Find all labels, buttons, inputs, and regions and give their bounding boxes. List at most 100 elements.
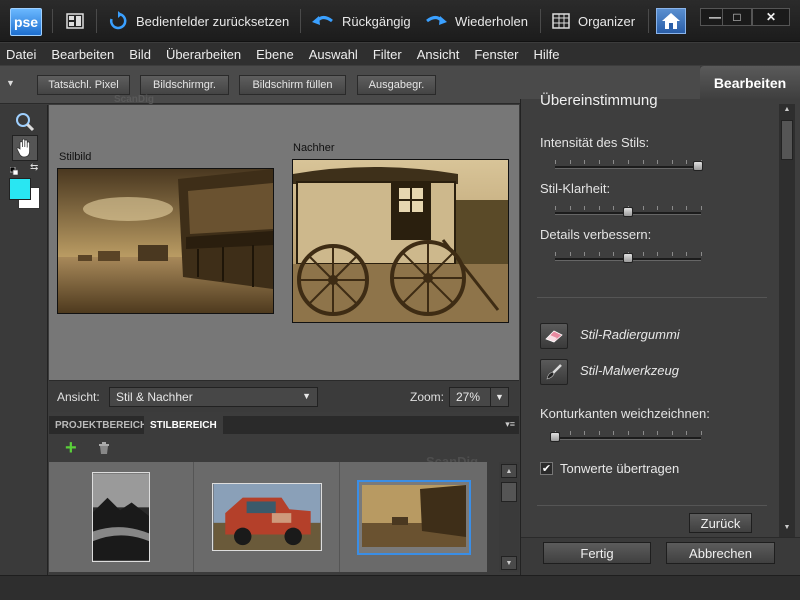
style-thumbnail[interactable] [49, 462, 194, 572]
slider-thumb[interactable] [550, 432, 560, 442]
reset-button[interactable]: Zurück [689, 513, 752, 533]
redo-button[interactable]: Wiederholen [425, 10, 528, 32]
zoom-label: Zoom: [410, 390, 445, 404]
menu-auswahl[interactable]: Auswahl [309, 47, 358, 62]
hand-tool[interactable] [12, 135, 38, 161]
transfer-tones-checkbox[interactable]: ✔ [540, 462, 553, 475]
scroll-up-icon[interactable]: ▲ [501, 464, 517, 478]
style-image[interactable] [57, 168, 274, 314]
menu-fenster[interactable]: Fenster [474, 47, 518, 62]
panels-icon-button[interactable] [66, 10, 92, 32]
slider-tick [628, 160, 629, 164]
western-town-thumbnail [362, 484, 466, 547]
undo-button[interactable]: Rückgängig [312, 10, 411, 32]
done-button[interactable]: Fertig [543, 542, 651, 564]
tab-project-bin[interactable]: PROJEKTBEREICH [49, 416, 153, 434]
after-image[interactable] [292, 159, 509, 323]
menu-bar: Datei Bearbeiten Bild Überarbeiten Ebene… [0, 43, 800, 65]
foreground-color-swatch[interactable] [9, 178, 31, 200]
scroll-down-icon[interactable]: ▼ [782, 524, 792, 534]
panel-scrollbar[interactable]: ▲ ▼ [779, 104, 795, 537]
divider [537, 505, 767, 506]
slider-tick [599, 431, 600, 435]
status-bar [0, 575, 800, 600]
bin-tabs: PROJEKTBEREICH STILBEREICH ▾≡ [49, 416, 519, 434]
style-eraser-button[interactable] [540, 323, 568, 349]
slider-thumb[interactable] [623, 253, 633, 263]
maximize-button[interactable]: □ [722, 8, 752, 26]
style-thumbnail-selected[interactable] [341, 462, 487, 572]
print-size-button[interactable]: Ausgabegr. [357, 75, 436, 95]
zoom-select[interactable]: 27% ▼ [449, 387, 509, 407]
scroll-down-icon[interactable]: ▼ [501, 556, 517, 570]
feather-slider[interactable] [550, 431, 702, 442]
options-menu-arrow-icon[interactable]: ▼ [6, 78, 15, 88]
slider-tick [584, 206, 585, 210]
feather-label: Konturkanten weichzeichnen: [540, 406, 710, 421]
menu-bearbeiten[interactable]: Bearbeiten [51, 47, 114, 62]
slider-tick [643, 252, 644, 256]
style-thumbnail[interactable] [195, 462, 340, 572]
organizer-button[interactable]: Organizer [552, 10, 635, 32]
scroll-thumb[interactable] [501, 482, 517, 502]
swap-colors-icon[interactable]: ⇆ [30, 162, 38, 173]
view-bar: Ansicht: Stil & Nachher ▼ Zoom: 27% ▼ [49, 380, 519, 412]
details-slider[interactable] [555, 252, 702, 263]
transfer-tones-label[interactable]: Tonwerte übertragen [560, 461, 679, 476]
selection-frame [357, 479, 471, 555]
menu-ueberarbeiten[interactable]: Überarbeiten [166, 47, 241, 62]
menu-datei[interactable]: Datei [6, 47, 36, 62]
edit-mode-tab[interactable]: Bearbeiten [700, 66, 800, 99]
redo-icon [426, 16, 447, 25]
slider-tick [643, 431, 644, 435]
wagon-photo [293, 160, 508, 322]
clarity-slider[interactable] [555, 206, 702, 217]
western-town-photo [58, 169, 273, 313]
bin-scrollbar[interactable]: ▲ ▼ [499, 462, 519, 572]
view-label: Ansicht: [57, 390, 100, 404]
chevron-down-icon: ▼ [490, 388, 508, 406]
fit-screen-button[interactable]: Bildschirmgr. [140, 75, 229, 95]
style-eraser-label[interactable]: Stil-Radiergummi [580, 327, 680, 342]
home-button[interactable] [656, 8, 686, 34]
slider-tick [584, 431, 585, 435]
slider-thumb[interactable] [623, 207, 633, 217]
default-colors-icon[interactable] [9, 164, 19, 176]
menu-ebene[interactable]: Ebene [256, 47, 294, 62]
section-title: Übereinstimmung [540, 92, 658, 109]
slider-tick [613, 431, 614, 435]
menu-ansicht[interactable]: Ansicht [417, 47, 460, 62]
intensity-slider[interactable] [555, 160, 703, 171]
zoom-tool[interactable] [12, 109, 38, 135]
menu-hilfe[interactable]: Hilfe [533, 47, 559, 62]
slider-tick [686, 206, 687, 210]
reset-panels-button[interactable]: Bedienfelder zurücksetzen [108, 10, 289, 32]
cancel-button[interactable]: Abbrechen [666, 542, 775, 564]
separator [648, 9, 649, 33]
style-bin-grid [49, 462, 487, 572]
watermark-text: ScanDig [114, 94, 155, 105]
panels-icon [66, 13, 84, 29]
actual-pixels-button[interactable]: Tatsächl. Pixel [37, 75, 130, 95]
slider-tick [570, 431, 571, 435]
tab-style-bin[interactable]: STILBEREICH [144, 416, 223, 434]
scroll-up-icon[interactable]: ▲ [782, 106, 792, 116]
scroll-thumb[interactable] [781, 120, 793, 160]
style-painter-button[interactable] [540, 359, 568, 385]
chevron-down-icon: ▼ [302, 391, 311, 401]
eraser-icon [545, 330, 563, 343]
slider-thumb[interactable] [693, 161, 703, 171]
bin-toolbar: + ScanDig [49, 434, 519, 469]
close-button[interactable]: ✕ [752, 8, 790, 26]
trash-icon[interactable] [97, 441, 111, 458]
slider-tick [672, 431, 673, 435]
fill-screen-button[interactable]: Bildschirm füllen [239, 75, 346, 95]
separator [300, 9, 301, 33]
bin-menu-icon[interactable]: ▾≡ [505, 419, 515, 430]
view-select[interactable]: Stil & Nachher ▼ [109, 387, 318, 407]
app-logo: pse [10, 8, 42, 36]
menu-filter[interactable]: Filter [373, 47, 402, 62]
style-painter-label[interactable]: Stil-Malwerkzeug [580, 363, 679, 378]
menu-bild[interactable]: Bild [129, 47, 151, 62]
add-icon[interactable]: + [65, 438, 77, 458]
